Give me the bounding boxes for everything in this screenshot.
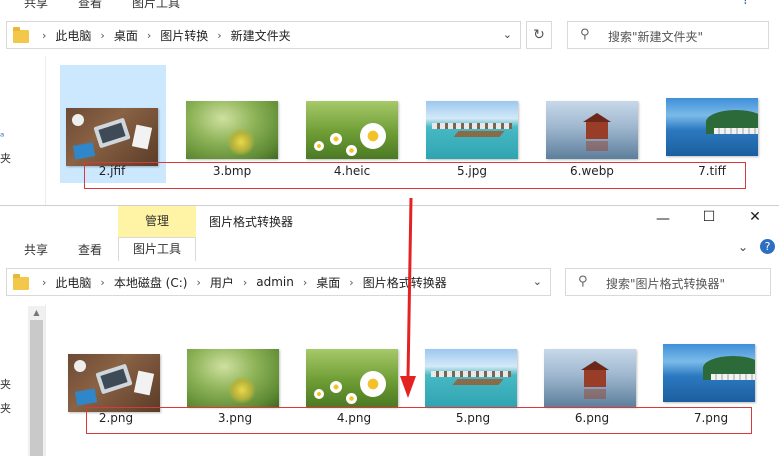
conversion-arrow xyxy=(400,197,416,398)
arrow-head xyxy=(400,376,416,398)
arrow-shaft xyxy=(406,197,413,379)
